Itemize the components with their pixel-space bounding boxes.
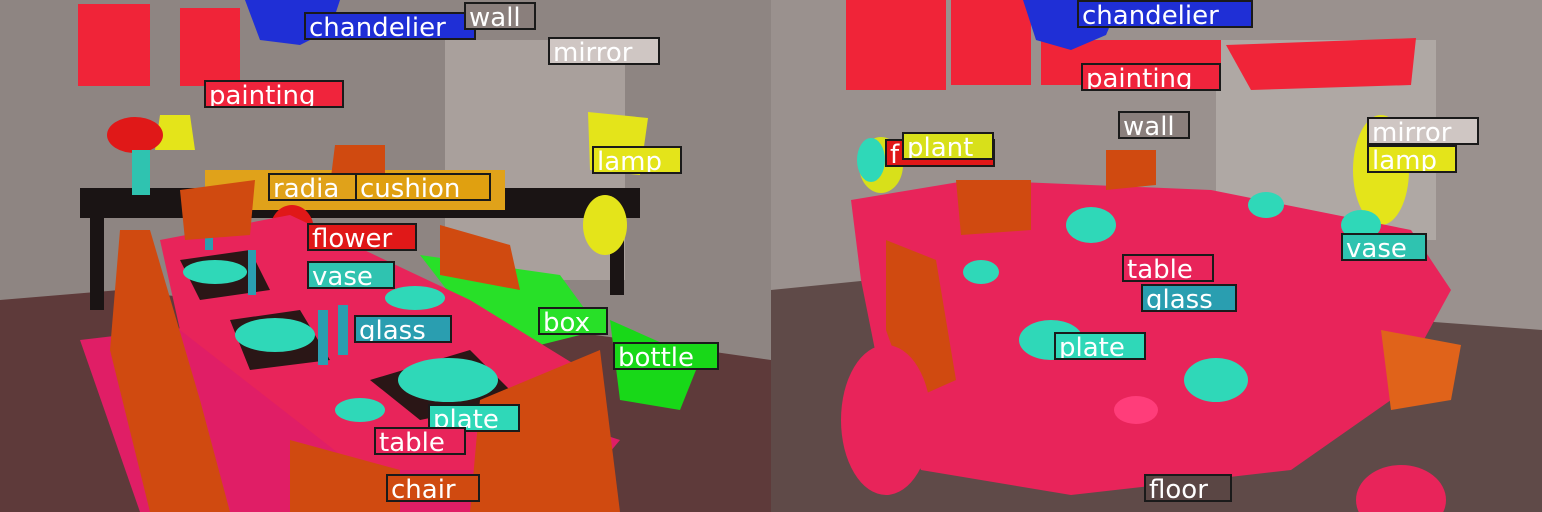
label-painting: painting (204, 80, 344, 108)
label-box: box (538, 307, 608, 335)
label-flower: flower (307, 223, 417, 251)
label-vase: vase (307, 261, 395, 289)
segmentation-comparison: chandelier wall mirror painting lamp rad… (0, 0, 1542, 512)
label-table: table (1122, 254, 1214, 282)
label-glass: glass (1141, 284, 1237, 312)
label-wall: wall (1118, 111, 1190, 139)
label-mirror: mirror (1367, 117, 1479, 145)
label-plant: plant (902, 132, 994, 160)
label-chandelier: chandelier (304, 12, 476, 40)
label-mirror: mirror (548, 37, 660, 65)
label-cushion: cushion (355, 173, 491, 201)
label-bottle: bottle (613, 342, 719, 370)
right-segmentation-panel: chandelier painting wall f plant mirror … (771, 0, 1542, 512)
label-plate: plate (1054, 332, 1146, 360)
label-wall: wall (464, 2, 536, 30)
label-table: table (374, 427, 466, 455)
label-glass: glass (354, 315, 452, 343)
label-chair: chair (386, 474, 480, 502)
label-lamp: lamp (592, 146, 682, 174)
label-floor: floor (1144, 474, 1232, 502)
label-chandelier: chandelier (1077, 0, 1253, 28)
label-lamp: lamp (1367, 145, 1457, 173)
label-painting: painting (1081, 63, 1221, 91)
left-segmentation-panel: chandelier wall mirror painting lamp rad… (0, 0, 771, 512)
label-radiator: radia (268, 173, 358, 201)
label-vase: vase (1341, 233, 1427, 261)
